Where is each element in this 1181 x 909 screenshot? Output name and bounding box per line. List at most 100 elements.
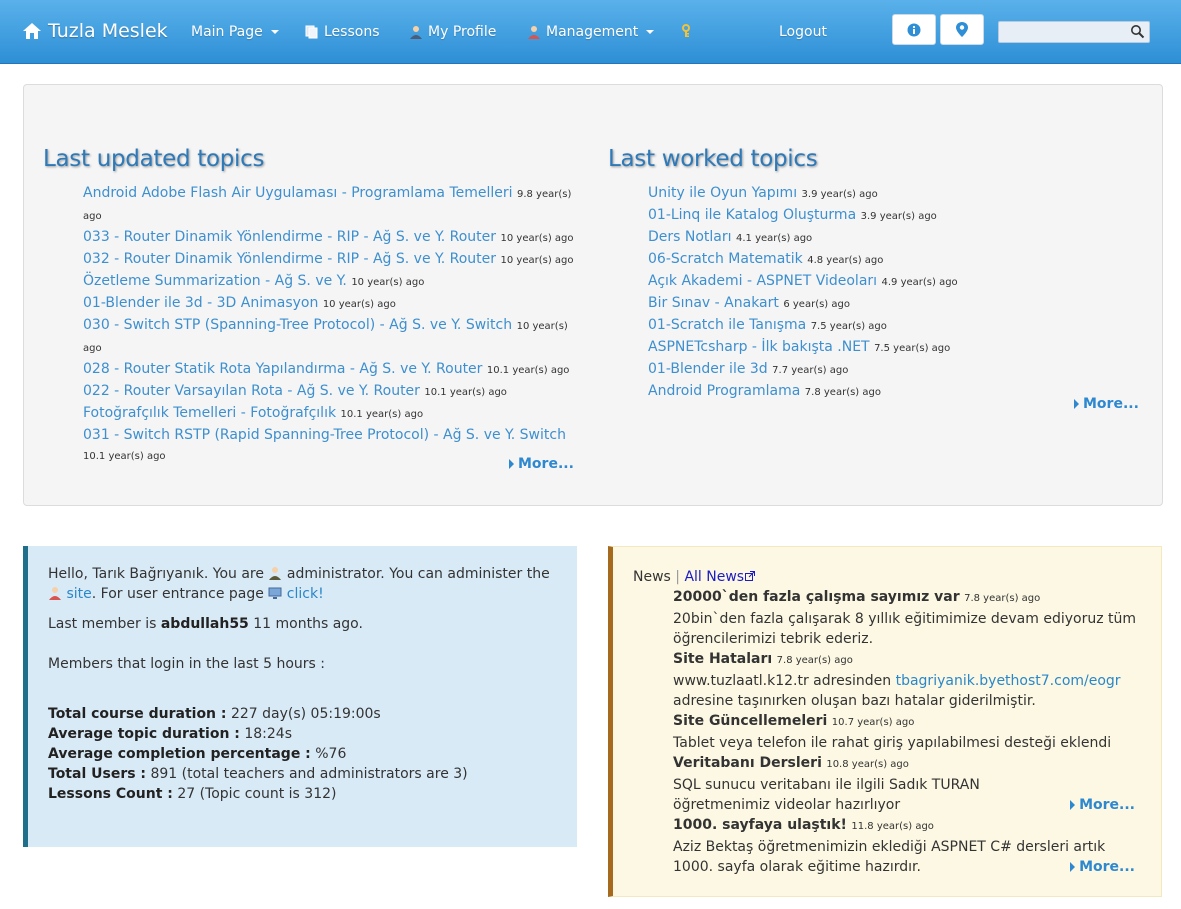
last-member-label: Last member is: [48, 616, 157, 632]
nav-logout[interactable]: Logout: [779, 24, 827, 40]
site-link[interactable]: site: [66, 586, 91, 602]
topic-age: 4.1 year(s) ago: [736, 233, 813, 244]
topic-item: 030 - Switch STP (Spanning-Tree Protocol…: [83, 315, 578, 359]
chevron-down-icon: [270, 30, 279, 34]
top-navbar: Tuzla Meslek Main Page Lessons My Profil…: [0, 0, 1181, 64]
search-icon[interactable]: [1130, 24, 1145, 39]
news-item: Site Güncellemeleri 10.7 year(s) ago Tab…: [673, 711, 1141, 753]
last-worked-title: Last worked topics: [608, 146, 818, 172]
news-age: 10.8 year(s) ago: [826, 759, 909, 770]
caret-right-icon: [1070, 862, 1076, 872]
stats-row: Average completion percentage : %76: [48, 744, 557, 764]
last-member-name: abdullah55: [160, 616, 249, 632]
topic-link[interactable]: Unity ile Oyun Yapımı: [648, 185, 797, 201]
topic-item: 01-Scratch ile Tanışma 7.5 year(s) ago: [648, 315, 1143, 337]
topic-link[interactable]: Fotoğrafçılık Temelleri - Fotoğrafçılık: [83, 405, 336, 421]
topic-link[interactable]: 06-Scratch Matematik: [648, 251, 803, 267]
topic-link[interactable]: Android Adobe Flash Air Uygulaması - Pro…: [83, 185, 513, 201]
topic-age: 7.7 year(s) ago: [772, 365, 849, 376]
admin-icon: [269, 567, 282, 580]
stats-value: 891 (total teachers and administrators a…: [150, 766, 468, 782]
nav-management[interactable]: Management: [527, 24, 655, 40]
greeting-text: . For user entrance page: [91, 586, 264, 602]
news-age: 10.7 year(s) ago: [831, 717, 915, 728]
stats-value: %76: [315, 746, 347, 762]
topic-item: 022 - Router Varsayılan Rota - Ağ S. ve …: [83, 381, 578, 403]
last-updated-more-link[interactable]: More...: [509, 456, 574, 472]
news-age: 7.8 year(s) ago: [964, 593, 1041, 604]
stats-panel: Hello, Tarık Bağrıyanık. You are adminis…: [23, 546, 577, 847]
topic-age: 6 year(s) ago: [783, 299, 850, 310]
topic-link[interactable]: 030 - Switch STP (Spanning-Tree Protocol…: [83, 317, 512, 333]
more-link[interactable]: More...: [1070, 795, 1135, 815]
topic-age: 7.5 year(s) ago: [810, 321, 887, 332]
topic-link[interactable]: 01-Scratch ile Tanışma: [648, 317, 806, 333]
topic-link[interactable]: 028 - Router Statik Rota Yapılandırma - …: [83, 361, 482, 377]
greeting: Hello, Tarık Bağrıyanık. You are adminis…: [48, 564, 557, 604]
topic-age: 10.1 year(s) ago: [486, 365, 570, 376]
topic-item: Ders Notları 4.1 year(s) ago: [648, 227, 1143, 249]
caret-right-icon: [509, 459, 514, 469]
topic-link[interactable]: 01-Blender ile 3d - 3D Animasyon: [83, 295, 318, 311]
topic-age: 10 year(s) ago: [351, 277, 425, 288]
more-label: More...: [518, 456, 574, 472]
topic-link[interactable]: Android Programlama: [648, 383, 800, 399]
topic-link[interactable]: ASPNETcsharp - İlk bakışta .NET: [648, 339, 870, 355]
stats-row: Total course duration : 227 day(s) 05:19…: [48, 704, 557, 724]
nav-main-page-label: Main Page: [191, 24, 263, 40]
topic-link[interactable]: Ders Notları: [648, 229, 732, 245]
news-list: 20000`den fazla çalışma sayımız var 7.8 …: [673, 587, 1141, 877]
nav-main-page[interactable]: Main Page: [191, 24, 279, 40]
nav-key[interactable]: [679, 24, 693, 38]
last-member: Last member is abdullah55 11 months ago.: [48, 614, 557, 634]
search-input[interactable]: [999, 22, 1133, 40]
news-more-link-1[interactable]: More...: [673, 795, 1141, 815]
user-entrance-link[interactable]: click!: [287, 586, 324, 602]
map-marker-icon: [956, 22, 968, 37]
news-item: 20000`den fazla çalışma sayımız var 7.8 …: [673, 587, 1141, 649]
external-link-icon: [745, 571, 756, 581]
login-label: Members that login in the last 5 hours :: [48, 656, 325, 672]
news-body-text: adresine taşınırken oluşan bazı hatalar …: [673, 693, 1036, 709]
brand-link[interactable]: Tuzla Meslek: [22, 20, 168, 42]
topic-link[interactable]: Bir Sınav - Anakart: [648, 295, 779, 311]
last-worked-more-link[interactable]: More...: [1074, 396, 1139, 412]
user-icon: [410, 26, 422, 39]
news-age: 7.8 year(s) ago: [776, 655, 853, 666]
topic-link[interactable]: 031 - Switch RSTP (Rapid Spanning-Tree P…: [83, 427, 566, 443]
news-more-link-2[interactable]: More...: [673, 857, 1141, 877]
topic-age: 4.9 year(s) ago: [881, 277, 958, 288]
topic-age: 7.8 year(s) ago: [804, 387, 881, 398]
stats-label: Total course duration :: [48, 706, 227, 722]
topic-item: Bir Sınav - Anakart 6 year(s) ago: [648, 293, 1143, 315]
chevron-down-icon: [646, 30, 655, 34]
caret-right-icon: [1070, 800, 1076, 810]
location-button[interactable]: [940, 14, 984, 45]
news-body-link[interactable]: tbagriyanik.byethost7.com/eogr: [896, 673, 1121, 689]
news-item: Site Hataları 7.8 year(s) ago www.tuzlaa…: [673, 649, 1141, 711]
info-icon: [907, 23, 921, 36]
news-panel: News | All News 20000`den fazla çalışma …: [608, 546, 1162, 897]
nav-my-profile[interactable]: My Profile: [409, 24, 496, 40]
topic-link[interactable]: Özetleme Summarization - Ağ S. ve Y.: [83, 273, 347, 289]
stats-row: Average topic duration : 18:24s: [48, 724, 557, 744]
topic-link[interactable]: 01-Linq ile Katalog Oluşturma: [648, 207, 856, 223]
topic-link[interactable]: 022 - Router Varsayılan Rota - Ağ S. ve …: [83, 383, 420, 399]
topic-link[interactable]: 033 - Router Dinamik Yönlendirme - RIP -…: [83, 229, 496, 245]
topic-item: Özetleme Summarization - Ağ S. ve Y. 10 …: [83, 271, 578, 293]
topic-age: 10.1 year(s) ago: [83, 451, 166, 462]
more-label: More...: [1083, 396, 1139, 412]
topic-item: 06-Scratch Matematik 4.8 year(s) ago: [648, 249, 1143, 271]
topic-link[interactable]: 032 - Router Dinamik Yönlendirme - RIP -…: [83, 251, 496, 267]
topic-item: Unity ile Oyun Yapımı 3.9 year(s) ago: [648, 183, 1143, 205]
admin-user-icon: [528, 26, 540, 39]
topic-age: 3.9 year(s) ago: [860, 211, 937, 222]
topic-link[interactable]: Açık Akademi - ASPNET Videoları: [648, 273, 877, 289]
info-button[interactable]: [892, 14, 936, 45]
more-link[interactable]: More...: [1070, 857, 1135, 877]
topic-link[interactable]: 01-Blender ile 3d: [648, 361, 768, 377]
nav-lessons[interactable]: Lessons: [305, 24, 380, 40]
news-body: Tablet veya telefon ile rahat giriş yapı…: [673, 735, 1112, 751]
news-header: News | All News: [633, 567, 1141, 587]
all-news-link[interactable]: All News: [684, 569, 756, 585]
